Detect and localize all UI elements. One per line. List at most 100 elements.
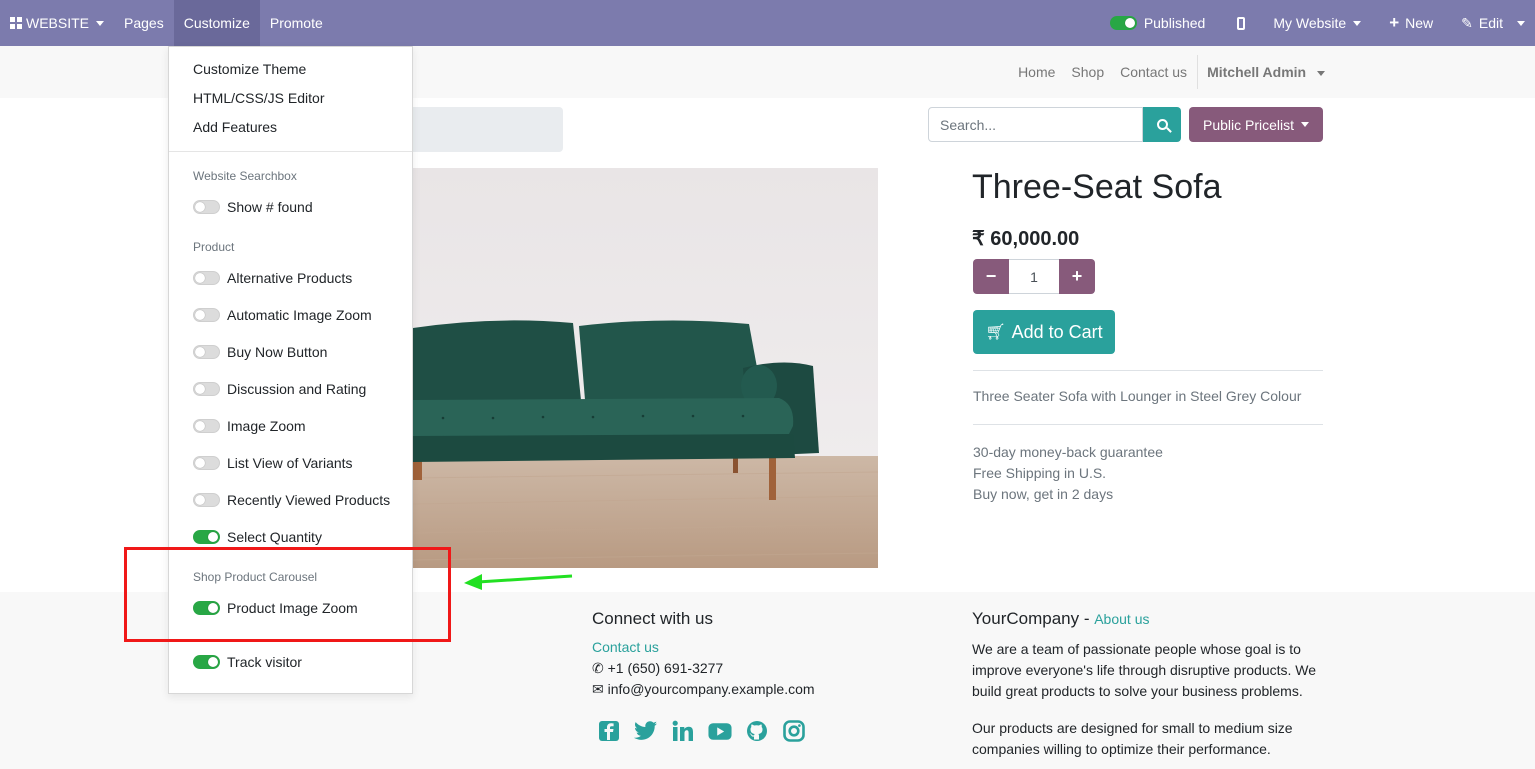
toggle-label: Automatic Image Zoom <box>227 307 372 323</box>
cart-icon: 🛒︎ <box>985 324 1006 341</box>
toggle-switch-icon <box>193 419 220 433</box>
menu-item-html-css-js-editor[interactable]: HTML/CSS/JS Editor <box>193 90 324 106</box>
add-to-cart-label: Add to Cart <box>1011 321 1103 342</box>
toggle-switch-icon <box>1109 16 1137 30</box>
minus-icon: − <box>985 266 997 286</box>
menu-item-add-features[interactable]: Add Features <box>193 119 277 135</box>
mobile-preview-button[interactable] <box>1219 0 1263 46</box>
toggle-show-found[interactable]: Show # found <box>193 199 313 215</box>
nav-home[interactable]: Home <box>1010 64 1063 80</box>
user-menu[interactable]: Mitchell Admin <box>1199 64 1325 80</box>
pricelist-label: Public Pricelist <box>1202 116 1295 133</box>
mobile-icon <box>1237 16 1246 30</box>
edit-dropdown-toggle[interactable] <box>1513 0 1535 46</box>
quantity-input[interactable]: 1 <box>1009 259 1059 294</box>
section-product: Product <box>193 240 235 254</box>
pages-menu[interactable]: Pages <box>114 0 174 46</box>
toggle-automatic-image-zoom[interactable]: Automatic Image Zoom <box>193 307 372 323</box>
chevron-down-icon <box>1301 122 1310 127</box>
social-links <box>597 719 806 743</box>
toggle-buy-now-button[interactable]: Buy Now Button <box>193 344 327 360</box>
company-about-text: We are a team of passionate people whose… <box>972 641 1317 699</box>
toggle-recently-viewed-products[interactable]: Recently Viewed Products <box>193 492 390 508</box>
email-address: info@yourcompany.example.com <box>607 681 815 697</box>
nav-contact-us[interactable]: Contact us <box>1112 64 1195 80</box>
about-us-link[interactable]: About us <box>1094 611 1149 627</box>
phone-icon: ✆ <box>592 660 604 676</box>
my-website-menu[interactable]: My Website <box>1263 0 1379 46</box>
product-search <box>928 107 1181 142</box>
toggle-label: Discussion and Rating <box>227 381 367 397</box>
toggle-track-visitor[interactable]: Track visitor <box>193 654 302 670</box>
chevron-down-icon <box>1517 20 1525 26</box>
pencil-icon: ✎ <box>1461 14 1473 31</box>
divider <box>973 370 1323 371</box>
github-icon[interactable] <box>745 719 769 743</box>
toggle-label: List View of Variants <box>227 455 353 471</box>
connect-title: Connect with us <box>592 609 713 628</box>
toggle-switch-icon <box>193 271 220 285</box>
search-button[interactable] <box>1143 107 1181 142</box>
website-menu[interactable]: WEBSITE <box>0 0 114 46</box>
footer-contact-link[interactable]: Contact us <box>592 639 659 655</box>
chevron-down-icon <box>96 20 105 26</box>
toggle-list-view-of-variants[interactable]: List View of Variants <box>193 455 353 471</box>
facebook-icon[interactable] <box>597 719 621 743</box>
my-website-label: My Website <box>1273 15 1347 31</box>
perk-item: Buy now, get in 2 days <box>973 486 1114 502</box>
toggle-select-quantity[interactable]: Select Quantity <box>193 529 322 545</box>
company-about-text-2: Our products are designed for small to m… <box>972 720 1293 757</box>
highlight-box <box>124 547 451 642</box>
new-button[interactable]: + New <box>1379 0 1451 46</box>
product-perks: 30-day money-back guarantee Free Shippin… <box>973 442 1163 505</box>
perk-item: 30-day money-back guarantee <box>973 444 1163 460</box>
nav-divider <box>1197 55 1199 89</box>
chevron-down-icon <box>1317 70 1325 76</box>
pricelist-dropdown[interactable]: Public Pricelist <box>1189 107 1323 142</box>
toggle-image-zoom[interactable]: Image Zoom <box>193 418 306 434</box>
youtube-icon[interactable] <box>708 719 732 743</box>
customize-menu[interactable]: Customize <box>173 0 260 46</box>
published-toggle[interactable]: Published <box>1100 0 1220 46</box>
toggle-label: Select Quantity <box>227 529 322 545</box>
toggle-alternative-products[interactable]: Alternative Products <box>193 270 352 286</box>
quantity-stepper: − 1 + <box>973 259 1095 294</box>
breadcrumb <box>413 107 563 152</box>
instagram-icon[interactable] <box>782 719 806 743</box>
add-to-cart-button[interactable]: 🛒︎ Add to Cart <box>973 310 1115 354</box>
edit-button[interactable]: ✎ Edit <box>1451 0 1513 46</box>
new-label: New <box>1405 15 1434 31</box>
toggle-label: Buy Now Button <box>227 344 328 360</box>
toggle-switch-icon <box>193 382 220 396</box>
company-name: YourCompany <box>972 609 1080 628</box>
product-image <box>413 168 878 568</box>
toggle-discussion-and-rating[interactable]: Discussion and Rating <box>193 381 366 397</box>
menu-item-customize-theme[interactable]: Customize Theme <box>193 61 306 77</box>
company-separator: - <box>1079 609 1095 628</box>
nav-shop[interactable]: Shop <box>1063 64 1112 80</box>
perk-item: Free Shipping in U.S. <box>973 465 1107 481</box>
decrease-quantity-button[interactable]: − <box>973 259 1009 294</box>
promote-menu[interactable]: Promote <box>260 0 333 46</box>
toggle-switch-icon <box>193 456 220 470</box>
search-icon <box>1156 119 1168 130</box>
twitter-icon[interactable] <box>634 719 658 743</box>
arrow-icon <box>464 574 573 590</box>
toggle-switch-icon <box>193 655 220 669</box>
toggle-label: Show # found <box>227 199 313 215</box>
phone-number: +1 (650) 691-3277 <box>607 660 724 676</box>
site-nav: Home Shop Contact us Mitchell Admin <box>1010 46 1325 98</box>
toggle-label: Track visitor <box>227 654 302 670</box>
chevron-down-icon <box>1353 20 1362 26</box>
product-title: Three-Seat Sofa <box>972 168 1222 206</box>
search-input[interactable] <box>928 107 1143 142</box>
toggle-label: Image Zoom <box>227 418 306 434</box>
divider <box>973 424 1323 425</box>
increase-quantity-button[interactable]: + <box>1059 259 1095 294</box>
product-price: ₹ 60,000.00 <box>972 228 1080 250</box>
company-heading: YourCompany - About us <box>972 609 1149 629</box>
toggle-switch-icon <box>193 200 220 214</box>
envelope-icon: ✉ <box>592 681 604 697</box>
toggle-label: Recently Viewed Products <box>227 492 391 508</box>
linkedin-icon[interactable] <box>671 719 695 743</box>
